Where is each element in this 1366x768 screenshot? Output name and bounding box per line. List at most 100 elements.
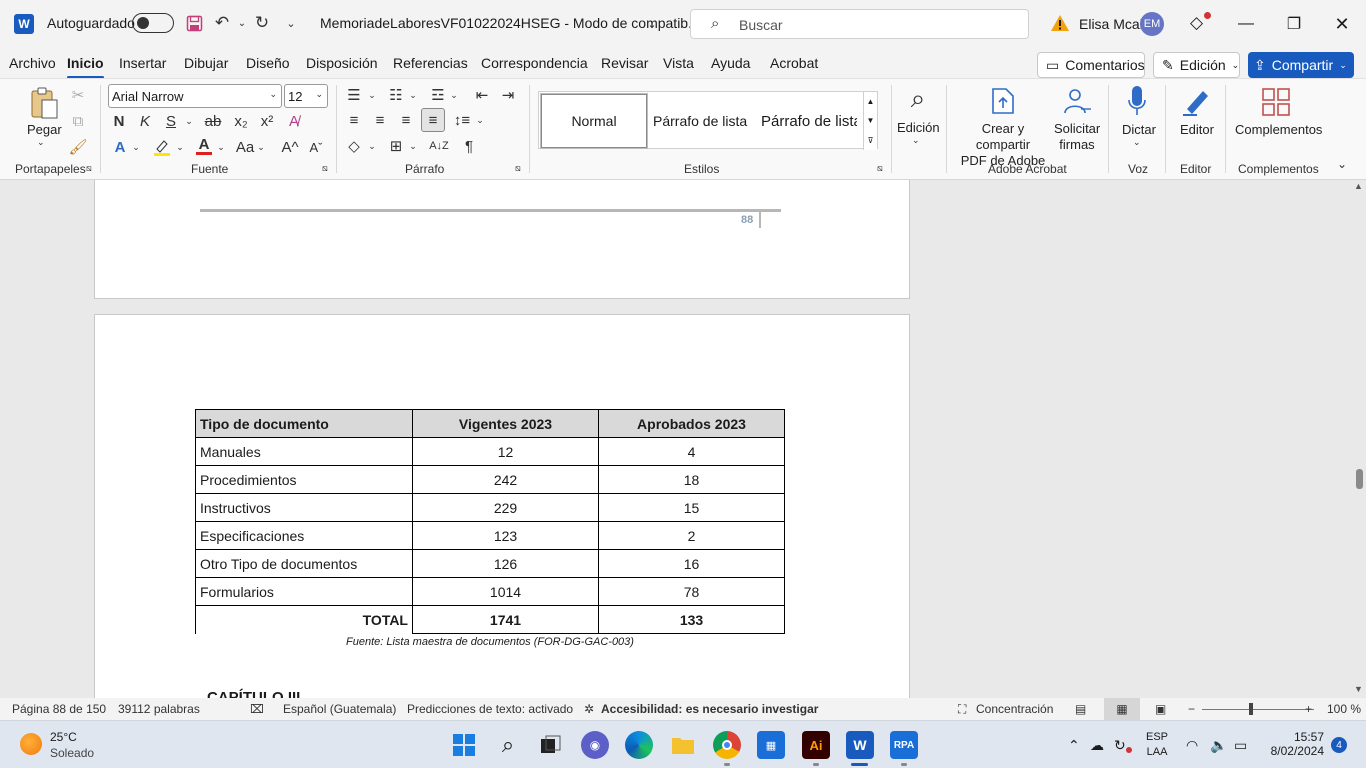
dialog-launcher-icon[interactable]: ⧅: [322, 163, 328, 174]
tab-revisar[interactable]: Revisar: [601, 55, 648, 71]
avatar[interactable]: EM: [1140, 12, 1164, 36]
style-list-paragraph-2[interactable]: Párrafo de lista: [761, 94, 857, 148]
warning-icon[interactable]: [1050, 13, 1070, 33]
shading-icon[interactable]: ◇: [344, 136, 364, 156]
print-layout-icon[interactable]: ▦: [1104, 698, 1140, 720]
editor-pen-icon[interactable]: [1180, 85, 1212, 117]
chevron-down-icon[interactable]: ⌄: [1133, 137, 1141, 148]
word-count[interactable]: 39112 palabras: [118, 702, 200, 716]
paste-label[interactable]: Pegar: [27, 122, 62, 137]
clock[interactable]: 15:57 8/02/2024: [1266, 730, 1324, 758]
style-list-paragraph[interactable]: Párrafo de lista: [653, 94, 751, 148]
autosave-toggle[interactable]: [132, 13, 174, 33]
customize-qat-icon[interactable]: ⌄: [281, 13, 301, 33]
style-normal[interactable]: Normal: [540, 93, 648, 149]
tab-correspondencia[interactable]: Correspondencia: [481, 55, 588, 71]
collapse-ribbon-icon[interactable]: ⌄: [1337, 157, 1347, 171]
underline-icon[interactable]: S: [162, 111, 180, 131]
tab-archivo[interactable]: Archivo: [9, 55, 56, 71]
italic-icon[interactable]: K: [136, 111, 154, 131]
save-icon[interactable]: [184, 13, 204, 33]
font-size-select[interactable]: 12 ⌄: [284, 84, 328, 108]
copy-icon[interactable]: ⧉: [68, 111, 88, 131]
dialog-launcher-icon[interactable]: ⧅: [86, 163, 92, 174]
addins-label[interactable]: Complementos: [1235, 122, 1322, 137]
clear-formatting-icon[interactable]: A̸: [284, 111, 304, 131]
chevron-down-icon[interactable]: ⌄: [182, 111, 196, 131]
tab-diseno[interactable]: Diseño: [246, 55, 290, 71]
sun-icon[interactable]: [20, 733, 42, 755]
cloud-icon[interactable]: ☁: [1090, 737, 1104, 754]
word-icon[interactable]: W: [846, 731, 874, 759]
bold-icon[interactable]: N: [110, 111, 128, 131]
app-icon[interactable]: RPA: [890, 731, 918, 759]
shrink-font-icon[interactable]: Aˇ: [306, 137, 326, 157]
notification-badge[interactable]: 4: [1331, 737, 1347, 753]
text-effects-icon[interactable]: A: [110, 137, 130, 157]
focus-icon[interactable]: ⛶: [958, 702, 966, 717]
editor-label[interactable]: Editor: [1180, 122, 1214, 137]
chevron-down-icon[interactable]: ⌄: [474, 110, 486, 130]
weather-temperature[interactable]: 25°C: [50, 730, 77, 744]
edge-icon[interactable]: [625, 731, 653, 759]
read-mode-icon[interactable]: ▤: [1075, 702, 1086, 716]
dialog-launcher-icon[interactable]: ⧅: [515, 163, 521, 174]
line-spacing-icon[interactable]: ↕≡: [452, 110, 472, 130]
minimize-icon[interactable]: —: [1234, 12, 1258, 36]
wifi-icon[interactable]: ◠: [1186, 737, 1198, 754]
undo-dropdown-icon[interactable]: ⌄: [232, 13, 252, 33]
format-painter-icon[interactable]: 🖌: [68, 137, 88, 157]
weather-description[interactable]: Soleado: [50, 746, 94, 760]
numbering-icon[interactable]: ☷: [386, 85, 406, 105]
chevron-down-icon[interactable]: ⌄: [215, 137, 227, 157]
chevron-up-icon[interactable]: ▲: [867, 97, 875, 106]
text-predictions[interactable]: Predicciones de texto: activado: [407, 702, 573, 716]
file-explorer-icon[interactable]: [669, 731, 697, 759]
start-icon[interactable]: [450, 731, 478, 759]
sync-icon[interactable]: ↻: [1114, 737, 1126, 754]
align-right-icon[interactable]: ≡: [396, 110, 416, 130]
chrome-icon[interactable]: [713, 731, 741, 759]
paste-icon[interactable]: [28, 85, 60, 121]
chevron-down-icon[interactable]: ⌄: [642, 14, 662, 34]
chevron-down-icon[interactable]: ⌄: [912, 135, 920, 146]
zoom-out-icon[interactable]: −: [1188, 702, 1195, 716]
scroll-up-icon[interactable]: ▲: [1354, 181, 1363, 191]
styles-scroll[interactable]: ▲ ▼ ⊽: [863, 92, 877, 150]
show-formatting-marks-icon[interactable]: ¶: [459, 136, 479, 156]
sort-icon[interactable]: A↓Z: [428, 136, 450, 156]
chevron-down-icon[interactable]: ⌄: [407, 85, 419, 105]
tab-dibujar[interactable]: Dibujar: [184, 55, 228, 71]
tab-referencias[interactable]: Referencias: [393, 55, 468, 71]
more-styles-icon[interactable]: ⊽: [868, 136, 874, 145]
subscript-icon[interactable]: x₂: [231, 111, 251, 131]
input-language[interactable]: ESP LAA: [1146, 730, 1168, 760]
accessibility-status[interactable]: Accesibilidad: es necesario investigar: [601, 702, 818, 716]
chevron-down-icon[interactable]: ⌄: [448, 85, 460, 105]
undo-icon[interactable]: ↶: [212, 13, 232, 33]
page-previous[interactable]: 88: [94, 180, 910, 299]
scroll-down-icon[interactable]: ▼: [1354, 684, 1363, 694]
proofing-icon[interactable]: ⌧: [250, 702, 264, 716]
search-box[interactable]: ⌕ Buscar: [690, 9, 1029, 39]
chevron-down-icon[interactable]: ⌄: [174, 137, 186, 157]
chevron-down-icon[interactable]: ⌄: [366, 136, 378, 156]
grow-font-icon[interactable]: A^: [280, 137, 300, 157]
chat-icon[interactable]: ◉: [581, 731, 609, 759]
increase-indent-icon[interactable]: ⇥: [498, 85, 518, 105]
task-view-icon[interactable]: [537, 731, 565, 759]
editing-mode-button[interactable]: ✎ Edición ⌄: [1153, 52, 1240, 78]
battery-icon[interactable]: ▭: [1234, 737, 1247, 754]
chevron-down-icon[interactable]: ▼: [867, 116, 875, 125]
zoom-level[interactable]: 100 %: [1327, 702, 1361, 716]
page-count[interactable]: Página 88 de 150: [12, 702, 106, 716]
premium-diamond-icon[interactable]: ◇: [1190, 13, 1203, 33]
borders-icon[interactable]: ⊞: [386, 136, 406, 156]
vertical-scrollbar[interactable]: ▲ ▼: [1352, 180, 1366, 698]
chevron-down-icon[interactable]: ⌄: [407, 136, 419, 156]
strikethrough-icon[interactable]: ab: [203, 111, 223, 131]
dialog-launcher-icon[interactable]: ⧅: [877, 163, 883, 174]
request-signatures-label[interactable]: Solicitar firmas: [1054, 121, 1100, 153]
document-area[interactable]: 88 Tipo de documento Vigentes 2023 Aprob…: [0, 180, 1352, 698]
accessibility-icon[interactable]: ✲: [584, 702, 594, 716]
